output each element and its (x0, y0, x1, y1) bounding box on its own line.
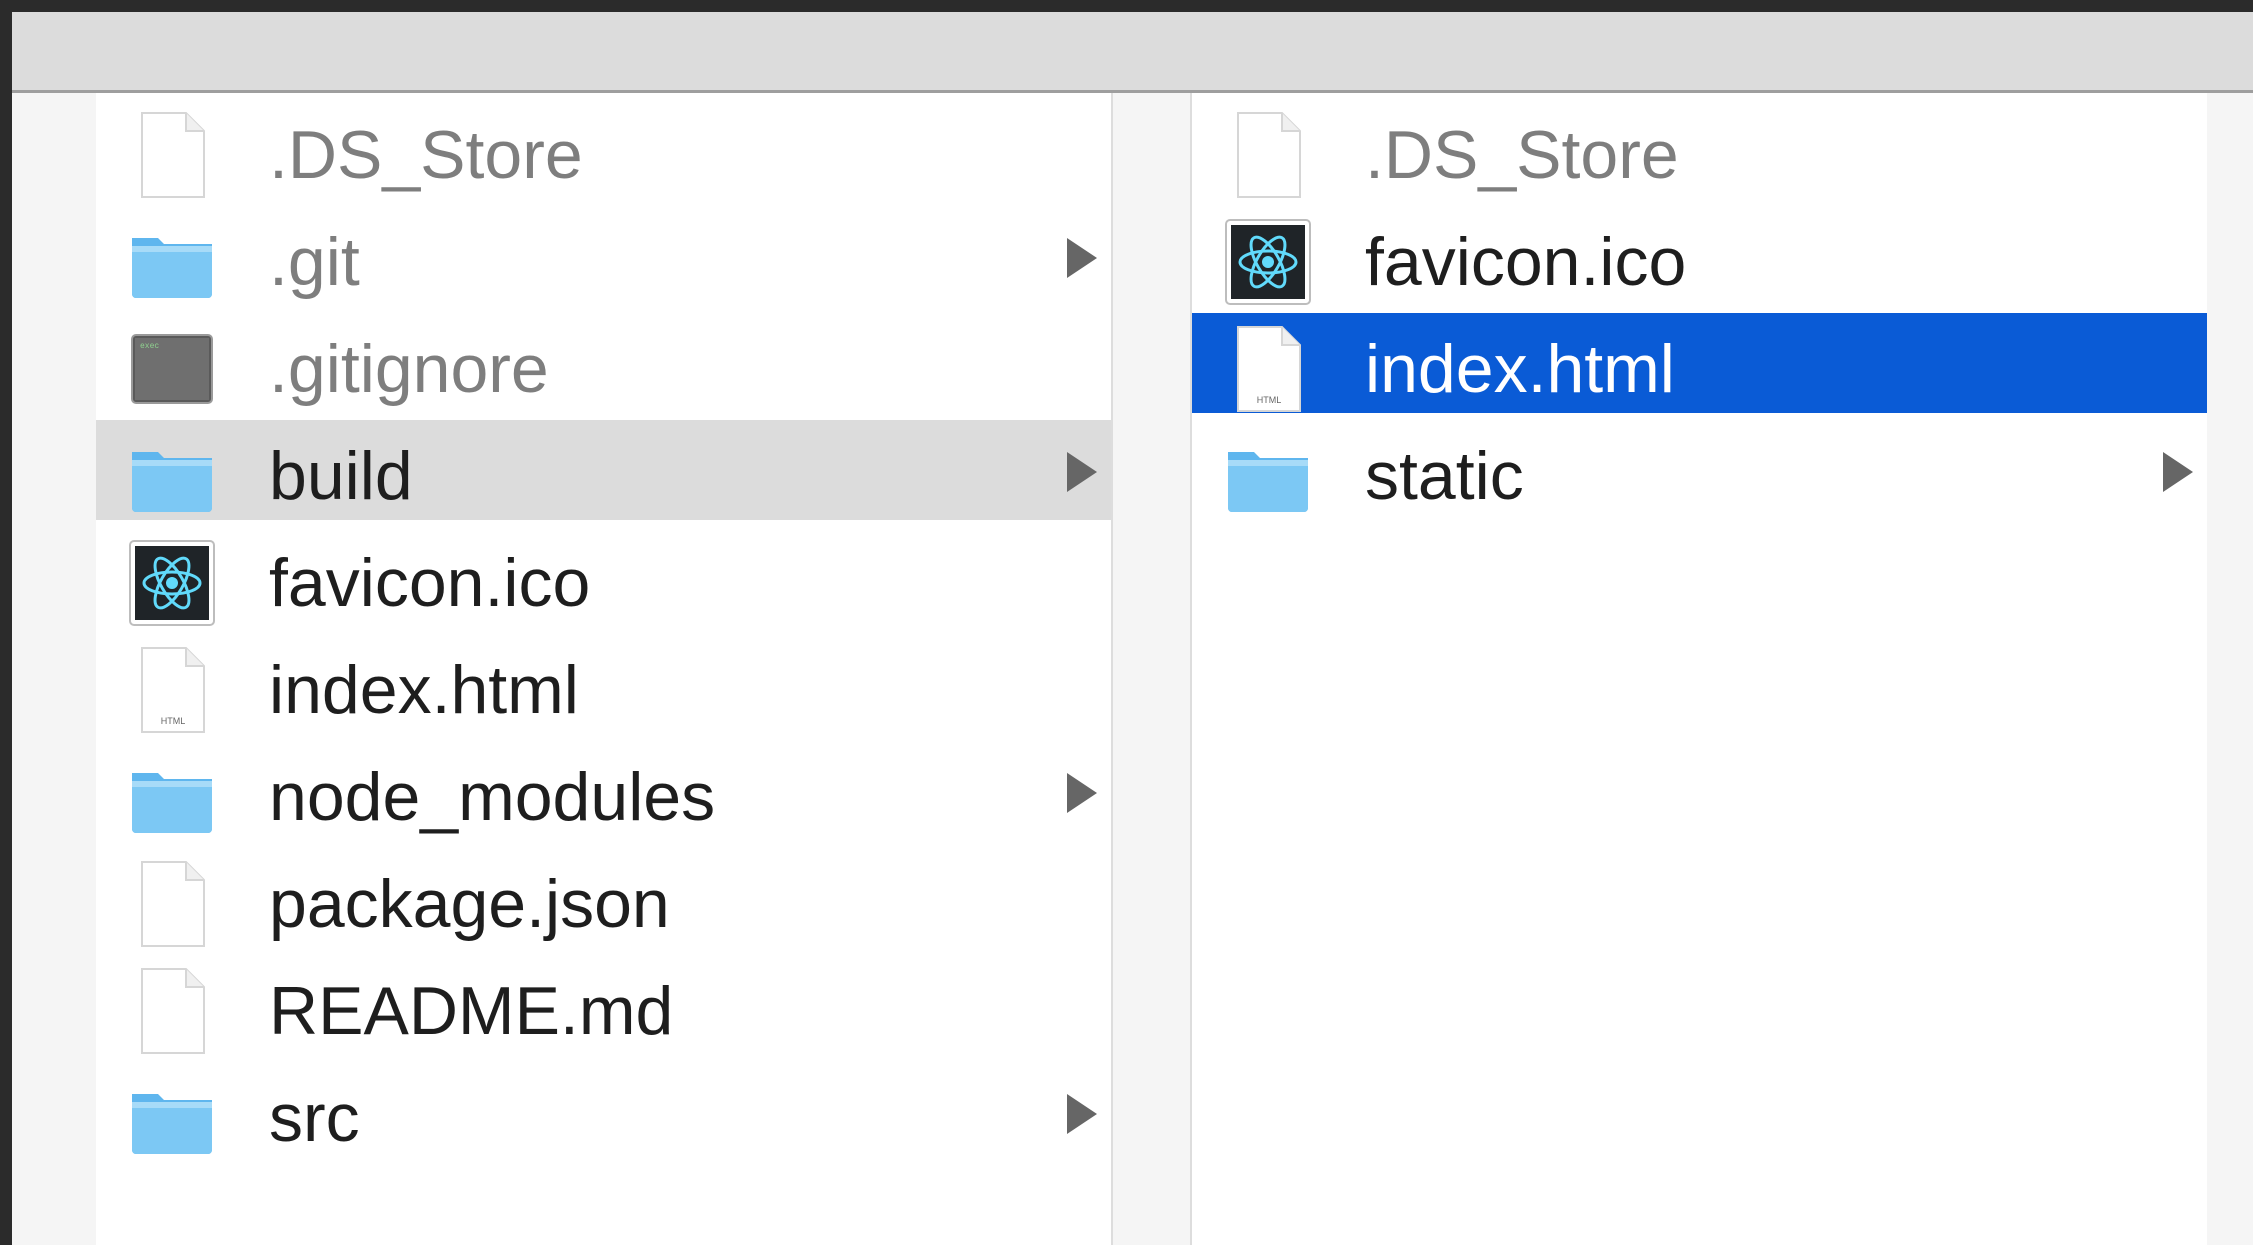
folder-row[interactable]: build (96, 420, 1111, 520)
item-name: favicon.ico (1365, 224, 1687, 300)
column-project-root[interactable]: .DS_Store .git exec .gitignore build fav… (96, 93, 1113, 1245)
finder-window: .DS_Store .git exec .gitignore build fav… (12, 12, 2253, 1245)
disclosure-arrow-icon[interactable] (2163, 452, 2193, 492)
terminal-exec-icon: exec (126, 323, 218, 415)
html-icon-text: HTML (1257, 395, 1282, 405)
blank-file-icon (126, 965, 218, 1057)
item-name: favicon.ico (269, 545, 591, 621)
folder-icon (126, 216, 218, 308)
folder-icon (126, 751, 218, 843)
disclosure-arrow-icon[interactable] (1067, 238, 1097, 278)
item-name: .DS_Store (1365, 117, 1679, 193)
item-name: src (269, 1080, 360, 1156)
item-name: README.md (269, 973, 674, 1049)
exec-icon-text: exec (140, 342, 159, 351)
file-row[interactable]: package.json (96, 848, 1111, 948)
file-row[interactable]: HTML index.html (1192, 313, 2207, 413)
folder-row[interactable]: src (96, 1062, 1111, 1162)
folder-row[interactable]: .git (96, 206, 1111, 306)
item-name: .gitignore (269, 331, 549, 407)
item-name: package.json (269, 866, 670, 942)
item-name: static (1365, 438, 1524, 514)
file-row[interactable]: .DS_Store (1192, 99, 2207, 199)
blank-file-icon (1222, 109, 1314, 201)
file-row[interactable]: HTML index.html (96, 634, 1111, 734)
disclosure-arrow-icon[interactable] (1067, 452, 1097, 492)
file-row[interactable]: .DS_Store (96, 99, 1111, 199)
html-icon-text: HTML (161, 716, 186, 726)
html-file-icon: HTML (126, 644, 218, 736)
window-toolbar (12, 12, 2253, 93)
folder-icon (1222, 430, 1314, 522)
item-name: index.html (269, 652, 579, 728)
item-name: build (269, 438, 413, 514)
file-row[interactable]: favicon.ico (96, 527, 1111, 627)
blank-file-icon (126, 109, 218, 201)
react-icon (1222, 216, 1314, 308)
left-margin (12, 93, 96, 1245)
folder-icon (126, 430, 218, 522)
react-icon (126, 537, 218, 629)
column-build[interactable]: .DS_Store favicon.ico HTML index.html st… (1190, 93, 2209, 1245)
right-margin (2207, 93, 2253, 1245)
folder-row[interactable]: static (1192, 420, 2207, 520)
file-row[interactable]: favicon.ico (1192, 206, 2207, 306)
item-name: index.html (1365, 331, 1675, 407)
file-row[interactable]: README.md (96, 955, 1111, 1055)
file-row[interactable]: exec .gitignore (96, 313, 1111, 413)
item-name: node_modules (269, 759, 716, 835)
item-name: .DS_Store (269, 117, 583, 193)
disclosure-arrow-icon[interactable] (1067, 773, 1097, 813)
html-file-icon: HTML (1222, 323, 1314, 415)
folder-row[interactable]: node_modules (96, 741, 1111, 841)
folder-icon (126, 1072, 218, 1164)
item-name: .git (269, 224, 360, 300)
disclosure-arrow-icon[interactable] (1067, 1094, 1097, 1134)
column-separator[interactable] (1113, 93, 1190, 1245)
blank-file-icon (126, 858, 218, 950)
